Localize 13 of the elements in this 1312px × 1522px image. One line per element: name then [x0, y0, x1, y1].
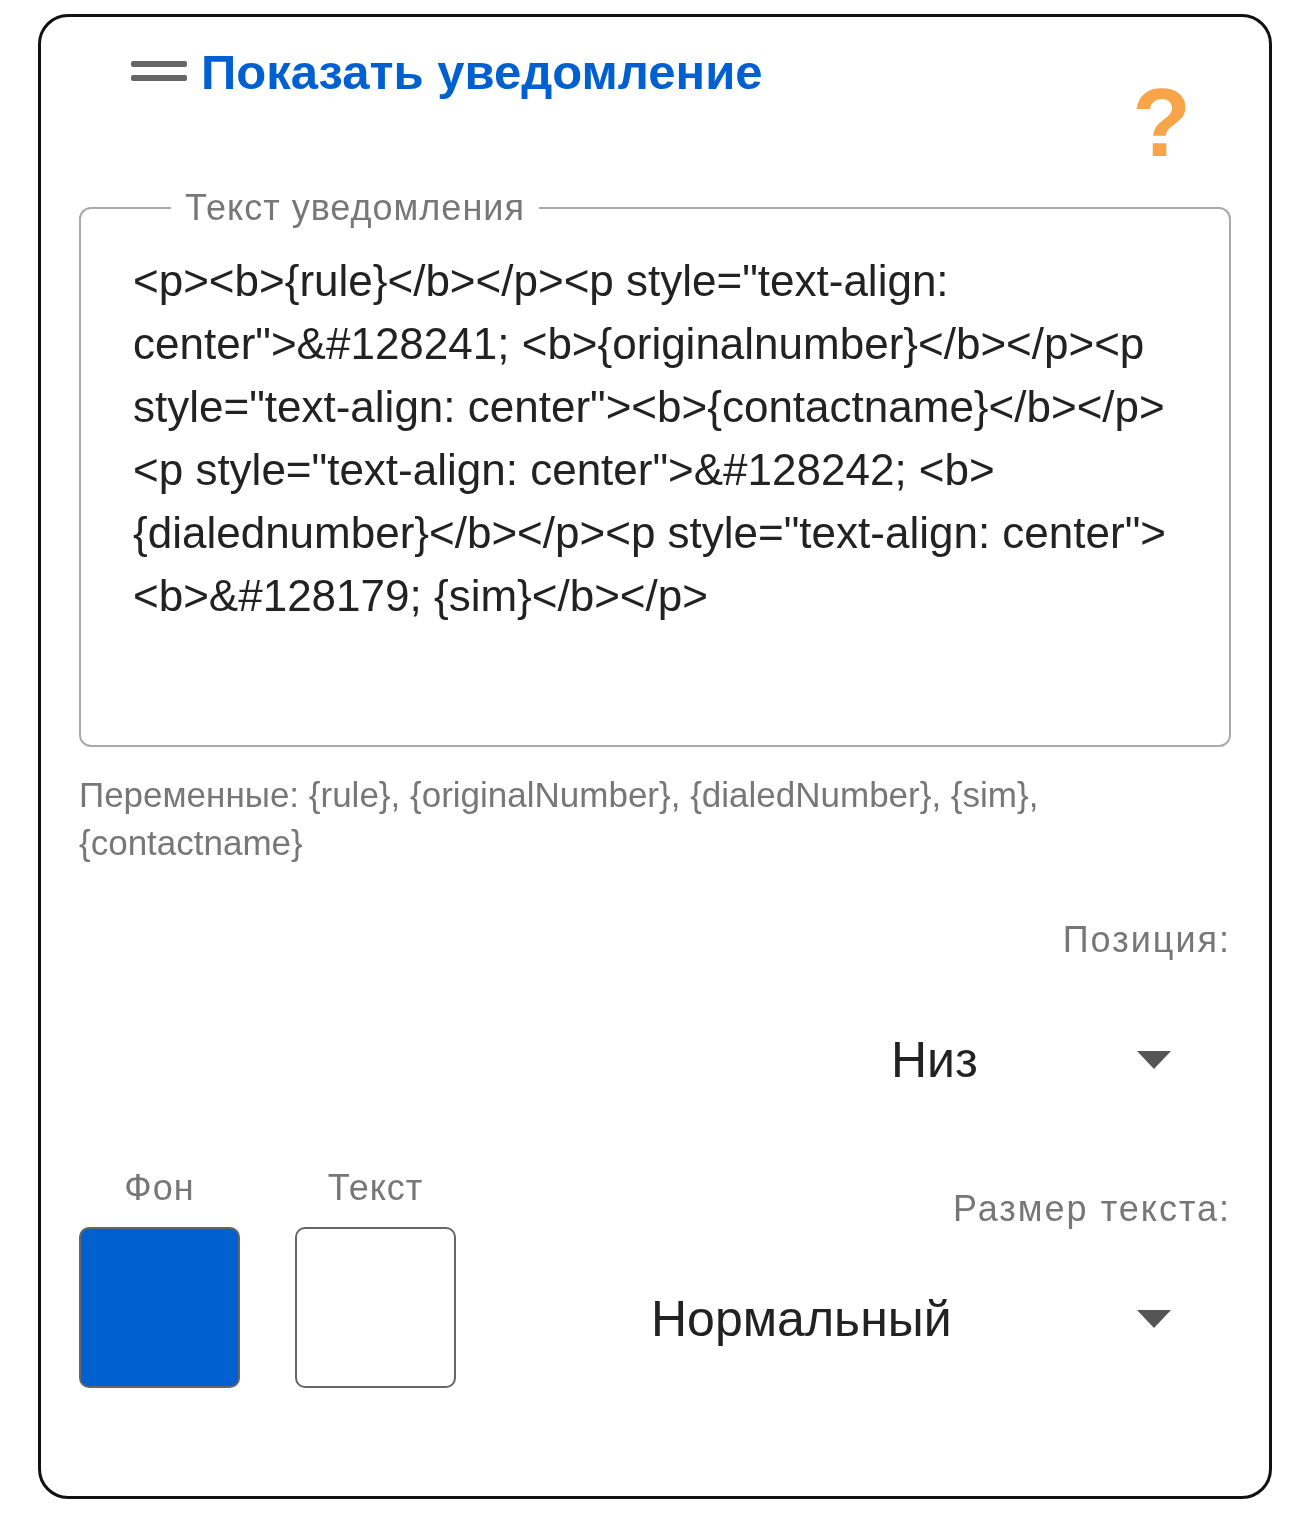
swatch-label: Текст — [327, 1167, 424, 1209]
action-title: Показать уведомление — [201, 44, 763, 100]
position-label: Позиция: — [1061, 919, 1231, 961]
text-size-dropdown[interactable]: Нормальный — [651, 1290, 1231, 1348]
color-swatch[interactable] — [295, 1227, 456, 1388]
text-size-label: Размер текста: — [952, 1188, 1231, 1230]
swatch-label: Фон — [124, 1167, 195, 1209]
variables-hint: Переменные: {rule}, {originalNumber}, {dialedNumber}, {sim}, {contactname} — [79, 774, 1040, 864]
caret-icon — [1137, 1051, 1171, 1069]
field-label: Текст уведомления — [184, 187, 526, 229]
color-swatch[interactable] — [79, 1227, 240, 1388]
caret-icon — [1137, 1310, 1171, 1328]
position-dropdown[interactable]: Низ — [891, 1031, 1231, 1089]
